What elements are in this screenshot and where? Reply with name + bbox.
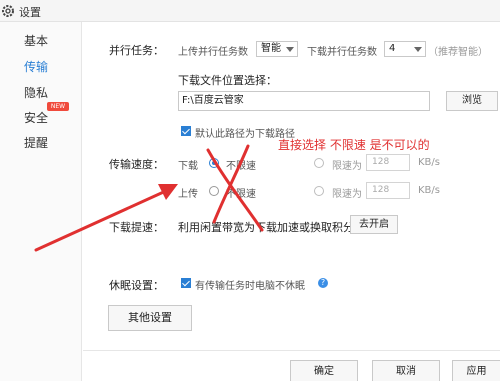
annotation-overlay [34, 144, 264, 252]
cross-mark [212, 144, 250, 224]
arrow-shaft [34, 188, 170, 252]
